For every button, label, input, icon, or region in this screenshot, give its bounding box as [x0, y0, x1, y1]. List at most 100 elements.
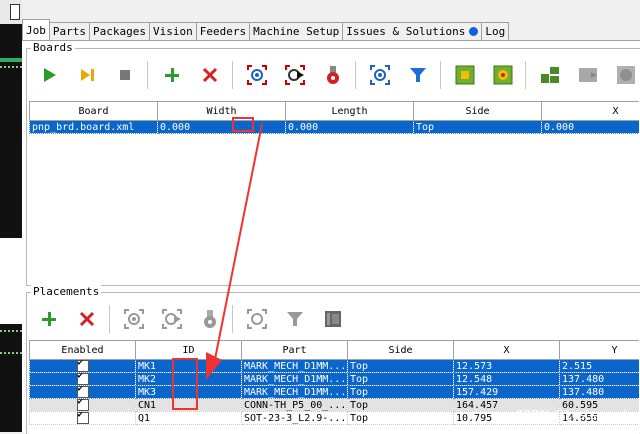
add-icon[interactable] — [33, 303, 65, 335]
position-tool-icon[interactable] — [402, 59, 434, 91]
board-camera-icon[interactable] — [487, 59, 519, 91]
capture-camera-icon[interactable] — [364, 59, 396, 91]
column-header-board[interactable]: Board — [29, 101, 158, 121]
column-header-x[interactable]: X — [541, 101, 639, 121]
enabled-checkbox[interactable] — [76, 399, 89, 411]
cell-enabled[interactable] — [29, 372, 136, 386]
delete-icon[interactable] — [194, 59, 226, 91]
cell-enabled[interactable] — [29, 359, 136, 373]
position-tool-icon[interactable] — [241, 303, 273, 335]
cell-side[interactable]: Top — [347, 372, 454, 386]
table-row[interactable]: MK3 MARK_MECH_D1MM... Top 157.429 137.48… — [29, 385, 639, 399]
tab-parts[interactable]: Parts — [48, 22, 90, 40]
toolbar-separator — [109, 305, 112, 333]
cell-side[interactable]: Top — [413, 120, 542, 134]
column-header-side[interactable]: Side — [413, 101, 542, 121]
table-row[interactable]: MK2 MARK_MECH_D1MM... Top 12.548 137.480 — [29, 372, 639, 386]
cell-id[interactable]: Q1 — [135, 411, 242, 425]
tab-label: Parts — [52, 25, 86, 38]
cell-part[interactable]: MARK_MECH_D1MM... — [241, 359, 348, 373]
column-header-enabled[interactable]: Enabled — [29, 340, 136, 360]
tab-label: Job — [26, 23, 46, 37]
cell-part[interactable]: MARK_MECH_D1MM... — [241, 385, 348, 399]
placements-title: Placements — [31, 285, 102, 298]
tab-label: Packages — [93, 25, 146, 38]
enabled-checkbox[interactable] — [76, 360, 89, 372]
main-tabs: Job Parts Packages Vision Feeders Machin… — [22, 19, 640, 40]
left-toolbar — [0, 0, 22, 24]
cell-side[interactable]: Top — [347, 398, 454, 412]
cell-side[interactable]: Top — [347, 385, 454, 399]
cell-part[interactable]: SOT-23-3_L2.9-... — [241, 411, 348, 425]
edit-icon[interactable] — [317, 303, 349, 335]
left-panel-gap — [0, 238, 22, 324]
cell-y[interactable]: 2.515 — [559, 359, 639, 373]
tab-label: Machine Setup — [253, 25, 340, 38]
scroll-handle[interactable] — [10, 4, 20, 20]
cell-y[interactable]: 137.480 — [559, 385, 639, 399]
tab-job[interactable]: Job — [22, 19, 50, 40]
cell-width[interactable]: 0.000 — [157, 120, 286, 134]
stop-icon[interactable] — [109, 59, 141, 91]
column-header-part[interactable]: Part — [241, 340, 348, 360]
add-icon[interactable] — [156, 59, 188, 91]
column-header-side[interactable]: Side — [347, 340, 454, 360]
cell-enabled[interactable] — [29, 385, 136, 399]
column-header-width[interactable]: Width — [157, 101, 286, 121]
capture-camera-icon[interactable] — [118, 303, 150, 335]
cell-part[interactable]: MARK_MECH_D1MM... — [241, 372, 348, 386]
cell-enabled[interactable] — [29, 398, 136, 412]
toolbar-separator — [147, 61, 150, 89]
cell-board[interactable]: pnp_brd.board.xml — [29, 120, 158, 134]
tab-issues-solutions[interactable]: Issues & Solutions — [342, 22, 483, 40]
toolbar-separator — [440, 61, 443, 89]
column-header-y[interactable]: Y — [559, 340, 639, 360]
toolbar-separator — [525, 61, 528, 89]
column-header-id[interactable]: ID — [135, 340, 242, 360]
cell-side[interactable]: Top — [347, 359, 454, 373]
cell-x[interactable]: 12.573 — [453, 359, 560, 373]
boards-table-container: Board Width Length Side X pnp_brd.board.… — [29, 101, 639, 283]
cell-enabled[interactable] — [29, 411, 136, 425]
cell-x[interactable]: 157.429 — [453, 385, 560, 399]
column-header-x[interactable]: X — [453, 340, 560, 360]
cell-side[interactable]: Top — [347, 411, 454, 425]
step-icon[interactable] — [71, 59, 103, 91]
column-header-length[interactable]: Length — [285, 101, 414, 121]
board-preview-trace — [0, 330, 22, 354]
toolbar-separator — [232, 61, 235, 89]
position-nozzle-icon[interactable] — [279, 303, 311, 335]
capture-fiducial-icon[interactable] — [241, 59, 273, 91]
enabled-checkbox[interactable] — [76, 386, 89, 398]
cell-x[interactable]: 12.548 — [453, 372, 560, 386]
panel-icon[interactable] — [534, 59, 566, 91]
panel-disabled-icon[interactable] — [572, 59, 604, 91]
capture-tool-icon[interactable] — [317, 59, 349, 91]
tab-label: Vision — [152, 25, 193, 38]
tab-vision[interactable]: Vision — [148, 22, 197, 40]
board-fiducial-icon[interactable] — [449, 59, 481, 91]
play-icon[interactable] — [33, 59, 65, 91]
cell-part[interactable]: CONN-TH_P5_00_... — [241, 398, 348, 412]
position-fiducial-icon[interactable] — [279, 59, 311, 91]
tab-label: Issues & Solutions — [346, 25, 466, 38]
tab-feeders[interactable]: Feeders — [195, 22, 251, 40]
cell-y[interactable]: 137.480 — [559, 372, 639, 386]
table-row[interactable]: MK1 MARK_MECH_D1MM... Top 12.573 2.515 — [29, 359, 639, 373]
enabled-checkbox[interactable] — [76, 412, 89, 424]
cell-length[interactable]: 0.000 — [285, 120, 414, 134]
enabled-checkbox[interactable] — [76, 373, 89, 385]
toolbar-separator — [355, 61, 358, 89]
left-panel — [0, 0, 22, 432]
capture-tool-icon[interactable] — [194, 303, 226, 335]
delete-icon[interactable] — [71, 303, 103, 335]
cell-x[interactable]: 0.000 — [541, 120, 639, 134]
tab-log[interactable]: Log — [481, 22, 510, 40]
tab-packages[interactable]: Packages — [89, 22, 150, 40]
position-camera-icon[interactable] — [156, 303, 188, 335]
watermark: CSDN @Lostspeed — [514, 408, 626, 422]
panel-disabled2-icon[interactable] — [610, 59, 640, 91]
tab-machine-setup[interactable]: Machine Setup — [249, 22, 344, 40]
table-row[interactable]: pnp_brd.board.xml 0.000 0.000 Top 0.000 — [29, 120, 639, 134]
boards-toolbar — [33, 59, 640, 93]
